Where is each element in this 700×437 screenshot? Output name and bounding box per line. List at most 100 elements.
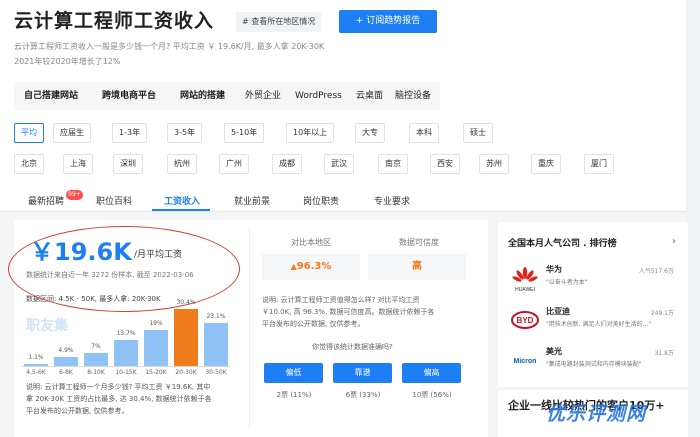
company-item[interactable]: HUAWEI 华为 人气517.6万 "以奋斗者为本"	[510, 264, 680, 302]
filter-exp[interactable]: 3-5年	[167, 123, 203, 143]
filter-city[interactable]: 苏州	[479, 154, 509, 174]
company-slogan: "用技术创新, 满足人们对美好生活的..."	[546, 321, 652, 328]
chart-x-tick: 30-50K	[205, 369, 227, 376]
chart-bar	[54, 356, 78, 366]
salary-note-1: 说明: 云计算工程师一个月多少钱? 平均工资 ￥19.6K, 其中	[26, 383, 211, 391]
filter-city[interactable]: 上海	[63, 154, 93, 174]
chart-bar-label: 23.1%	[206, 312, 226, 320]
svg-text:Micron: Micron	[514, 358, 537, 365]
filter-exp[interactable]: 大专	[355, 123, 385, 143]
hot-link[interactable]: 网站的搭建	[180, 82, 225, 110]
desc-line-2: 2021年较2020年增长了12%	[14, 57, 121, 66]
company-popularity: 人气517.6万	[638, 268, 674, 275]
hot-link[interactable]: 云桌面	[356, 82, 383, 110]
compare-note-1: 说明: 云计算工程师工资值得怎么样? 对比平均工资	[262, 296, 420, 304]
vote-low-button[interactable]: 偏低	[264, 363, 323, 383]
hot-link[interactable]: 外贸企业	[245, 82, 281, 110]
hot-link[interactable]: WordPress	[295, 82, 342, 110]
site-watermark: 优乐评测网	[546, 403, 647, 425]
company-name: 美光	[546, 347, 562, 356]
filter-city[interactable]: 厦门	[584, 154, 614, 174]
company-popularity: 249.1万	[650, 310, 674, 317]
filter-city[interactable]: 北京	[14, 154, 44, 174]
filter-city[interactable]: 深圳	[113, 154, 143, 174]
salary-note-3: 平台发布的公开数据, 仅供参考。	[26, 407, 129, 415]
tab-prospect[interactable]: 就业前景	[234, 194, 270, 207]
compare-note-2: ￥10.0K, 高 96.3%, 数据可信度高。数据统计依赖于各	[262, 308, 435, 316]
compare-heading: 对比本地区	[291, 238, 331, 247]
company-item[interactable]: BYD 比亚迪 249.1万 "用技术创新, 满足人们对美好生活的..."	[510, 306, 680, 344]
filter-exp[interactable]: 5-10年	[224, 123, 265, 143]
filter-city[interactable]: 广州	[219, 154, 249, 174]
tab-wiki[interactable]: 职位百科	[96, 194, 132, 207]
tab-major[interactable]: 专业要求	[374, 194, 410, 207]
chart-x-tick: 10-15K	[115, 369, 137, 376]
filter-city[interactable]: 重庆	[531, 154, 561, 174]
tab-bar: 最新招聘 职位百科 工资收入 就业前景 岗位职责 专业要求	[0, 188, 700, 212]
hot-link[interactable]: 自己搭建网站	[24, 82, 78, 110]
new-badge: 99+	[66, 190, 83, 200]
vote-ok-count: 6票 (33%)	[345, 391, 381, 399]
company-slogan: "以奋斗者为本"	[546, 279, 588, 286]
chart-bar-label: 13.7%	[116, 330, 136, 338]
ranking-title: 全国本月人气公司 . 排行榜	[508, 239, 617, 249]
vote-low-count: 2票 (11%)	[276, 391, 312, 399]
chart-x-tick: 15-20K	[145, 369, 167, 376]
compare-value: 96.3%	[296, 261, 332, 272]
compare-note-3: 平台发布的公开数据, 仅供参考。	[262, 320, 365, 328]
hot-link[interactable]: 跨境电商平台	[102, 82, 156, 110]
vote-high-button[interactable]: 偏高	[402, 363, 461, 383]
hot-link[interactable]: 脑控设备	[395, 82, 431, 110]
byd-logo-icon: BYD	[511, 311, 539, 329]
subscribe-button[interactable]: + 订阅趋势报告	[339, 10, 437, 33]
chart-bar	[174, 309, 198, 366]
chart-bar	[84, 352, 108, 366]
chart-watermark: 职友集	[26, 318, 68, 334]
chart-bar-label: 4.9%	[58, 346, 74, 354]
filter-city[interactable]: 成都	[272, 154, 302, 174]
chart-bar	[144, 330, 168, 366]
credibility-value: 高	[368, 254, 466, 280]
filter-exp[interactable]: 应届生	[53, 123, 91, 143]
company-name: 华为	[546, 265, 562, 274]
vote-high-count: 10票 (56%)	[412, 391, 452, 399]
filter-city[interactable]: 西安	[430, 154, 460, 174]
hot-links-bar: 自己搭建网站 跨境电商平台 网站的搭建 外贸企业 WordPress 云桌面 脑…	[14, 82, 440, 110]
tab-duty[interactable]: 岗位职责	[303, 194, 339, 207]
company-popularity: 31.8万	[654, 350, 674, 357]
filter-exp[interactable]: 本科	[409, 123, 439, 143]
svg-text:HUAWEI: HUAWEI	[515, 287, 535, 293]
credibility-heading: 数据可信度	[399, 238, 439, 247]
scrollbar[interactable]	[686, 0, 700, 437]
chart-bar-label: 1.1%	[28, 353, 44, 361]
micron-logo-icon: Micron	[514, 358, 537, 365]
filter-exp[interactable]: 硕士	[463, 123, 493, 143]
chevron-right-icon[interactable]: ›	[672, 236, 676, 247]
tab-underline	[152, 209, 210, 211]
chart-bar	[114, 340, 138, 366]
filter-exp[interactable]: 10年以上	[286, 123, 335, 143]
compare-value-box: ▲96.3%	[262, 254, 360, 280]
svg-text:BYD: BYD	[517, 316, 534, 325]
area-chip[interactable]: # 查看所在地区情况	[236, 12, 322, 32]
red-ellipse-annotation	[8, 226, 240, 312]
filter-exp-avg[interactable]: 平均	[14, 123, 44, 143]
filter-city[interactable]: 杭州	[167, 154, 197, 174]
tab-jobs[interactable]: 最新招聘	[28, 194, 64, 207]
tab-salary[interactable]: 工资收入	[164, 194, 200, 207]
company-item[interactable]: Micron 美光 31.8万 "集成电路封装测试和内存模块装配"	[510, 346, 680, 384]
filter-city[interactable]: 武汉	[324, 154, 354, 174]
chart-bar-label: 19%	[149, 320, 163, 328]
chart-x-tick: 20-30K	[175, 369, 197, 376]
chart-bar	[204, 322, 228, 366]
chart-x-tick: 4.5-6K	[26, 369, 46, 376]
vote-ok-button[interactable]: 靠谱	[333, 363, 392, 383]
company-slogan: "集成电路封装测试和内存模块装配"	[546, 361, 642, 368]
huawei-logo-icon: HUAWEI	[512, 267, 538, 293]
filter-exp[interactable]: 1-3年	[112, 123, 148, 143]
filter-city[interactable]: 南京	[378, 154, 408, 174]
chart-bar-label: 30.4%	[176, 299, 196, 306]
company-name: 比亚迪	[546, 307, 570, 316]
vote-question: 你觉得该统计数据准确吗?	[312, 343, 393, 351]
salary-note-2: 拿 20K-30K 工资的占比最多, 达 30.4%, 数据统计依赖于各	[26, 395, 212, 403]
